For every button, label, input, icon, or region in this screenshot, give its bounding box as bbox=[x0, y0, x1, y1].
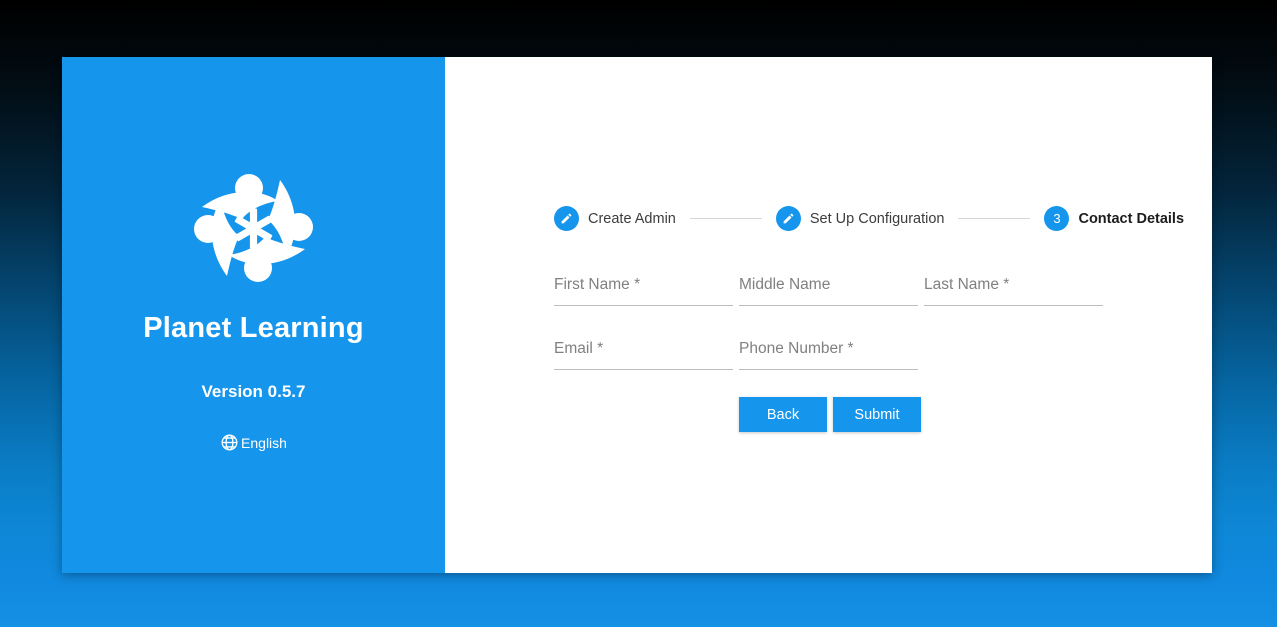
brand-panel: Planet Learning Version 0.5.7 English bbox=[62, 57, 445, 573]
stepper-connector-1 bbox=[689, 218, 762, 219]
step-number-label: 3 bbox=[1053, 211, 1061, 226]
first-name-field[interactable] bbox=[554, 269, 733, 306]
email-field[interactable] bbox=[554, 333, 733, 370]
name-field-row bbox=[554, 269, 1114, 306]
stepper-label-create-admin: Create Admin bbox=[588, 210, 676, 227]
brand-title: Planet Learning bbox=[143, 312, 364, 344]
first-name-input[interactable] bbox=[554, 269, 733, 305]
stepper-step-contact-details[interactable]: 3 Contact Details bbox=[1044, 206, 1184, 231]
email-input[interactable] bbox=[554, 333, 733, 369]
stepper-step-set-up-configuration[interactable]: Set Up Configuration bbox=[775, 206, 945, 231]
last-name-input[interactable] bbox=[924, 269, 1103, 305]
stepper-connector-2 bbox=[958, 218, 1031, 219]
stepper-label-set-up-configuration: Set Up Configuration bbox=[809, 210, 945, 227]
middle-name-input[interactable] bbox=[739, 269, 918, 305]
setup-wizard-card: Planet Learning Version 0.5.7 English Cr… bbox=[62, 57, 1212, 573]
wizard-stepper: Create Admin Set Up Configuration 3 Cont… bbox=[554, 206, 1184, 231]
pencil-edit-icon bbox=[554, 206, 579, 231]
app-version: Version 0.5.7 bbox=[201, 382, 306, 401]
form-panel: Create Admin Set Up Configuration 3 Cont… bbox=[445, 57, 1212, 573]
form-button-row: Back Submit bbox=[554, 397, 1114, 432]
back-button[interactable]: Back bbox=[739, 397, 827, 432]
phone-number-field[interactable] bbox=[739, 333, 918, 370]
contact-details-form: Back Submit bbox=[554, 269, 1114, 432]
submit-button[interactable]: Submit bbox=[833, 397, 921, 432]
stepper-step-create-admin[interactable]: Create Admin bbox=[554, 206, 676, 231]
pencil-edit-icon bbox=[775, 206, 801, 231]
app-background: Planet Learning Version 0.5.7 English Cr… bbox=[0, 0, 1277, 627]
contact-field-row bbox=[554, 333, 1114, 370]
stepper-label-contact-details: Contact Details bbox=[1078, 210, 1185, 227]
language-selector[interactable]: English bbox=[220, 433, 287, 452]
middle-name-field[interactable] bbox=[739, 269, 918, 306]
language-label: English bbox=[241, 434, 287, 451]
globe-icon bbox=[220, 433, 239, 452]
planet-learning-pinwheel-logo-icon bbox=[186, 165, 322, 291]
step-number-badge: 3 bbox=[1044, 206, 1070, 231]
last-name-field[interactable] bbox=[924, 269, 1103, 306]
phone-number-input[interactable] bbox=[739, 333, 918, 369]
